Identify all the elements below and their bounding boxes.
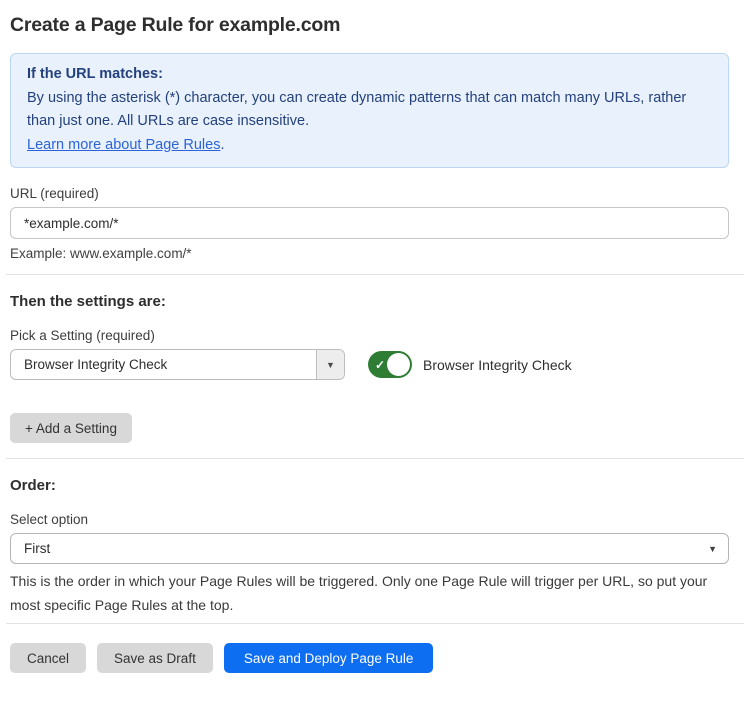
chevron-down-icon[interactable]: ▼	[316, 350, 344, 379]
url-match-info-box: If the URL matches: By using the asteris…	[10, 53, 729, 168]
url-field-hint: Example: www.example.com/*	[10, 246, 740, 261]
toggle-knob	[387, 353, 410, 376]
save-draft-button[interactable]: Save as Draft	[97, 643, 213, 673]
order-select[interactable]: First ▼	[10, 533, 729, 564]
order-select-value: First	[24, 541, 50, 556]
setting-select-value: Browser Integrity Check	[11, 350, 316, 379]
browser-integrity-toggle[interactable]: ✓	[368, 351, 412, 378]
info-box-body: By using the asterisk (*) character, you…	[27, 87, 712, 134]
create-page-rule-form: Create a Page Rule for example.com If th…	[0, 14, 750, 673]
divider	[6, 458, 744, 459]
page-title: Create a Page Rule for example.com	[10, 14, 729, 37]
setting-picker-label: Pick a Setting (required)	[10, 328, 740, 343]
cancel-button[interactable]: Cancel	[10, 643, 86, 673]
divider	[6, 623, 744, 624]
order-description: This is the order in which your Page Rul…	[10, 570, 729, 617]
info-box-link-line: Learn more about Page Rules.	[27, 134, 712, 158]
learn-more-link[interactable]: Learn more about Page Rules	[27, 137, 220, 153]
info-box-heading: If the URL matches:	[27, 63, 712, 87]
order-section-heading: Order:	[10, 477, 740, 494]
setting-select[interactable]: Browser Integrity Check ▼	[10, 349, 345, 380]
add-setting-button[interactable]: + Add a Setting	[10, 413, 132, 443]
save-deploy-button[interactable]: Save and Deploy Page Rule	[224, 643, 434, 673]
toggle-label: Browser Integrity Check	[423, 357, 572, 373]
setting-row: Browser Integrity Check ▼ ✓ Browser Inte…	[10, 349, 729, 380]
divider	[6, 274, 744, 275]
link-period: .	[220, 137, 224, 153]
chevron-down-icon: ▼	[708, 544, 717, 554]
check-icon: ✓	[375, 359, 385, 371]
order-select-label: Select option	[10, 512, 740, 527]
settings-section-heading: Then the settings are:	[10, 293, 740, 310]
footer-buttons: Cancel Save as Draft Save and Deploy Pag…	[10, 643, 750, 673]
url-input[interactable]	[10, 207, 729, 239]
url-field-label: URL (required)	[10, 186, 740, 201]
